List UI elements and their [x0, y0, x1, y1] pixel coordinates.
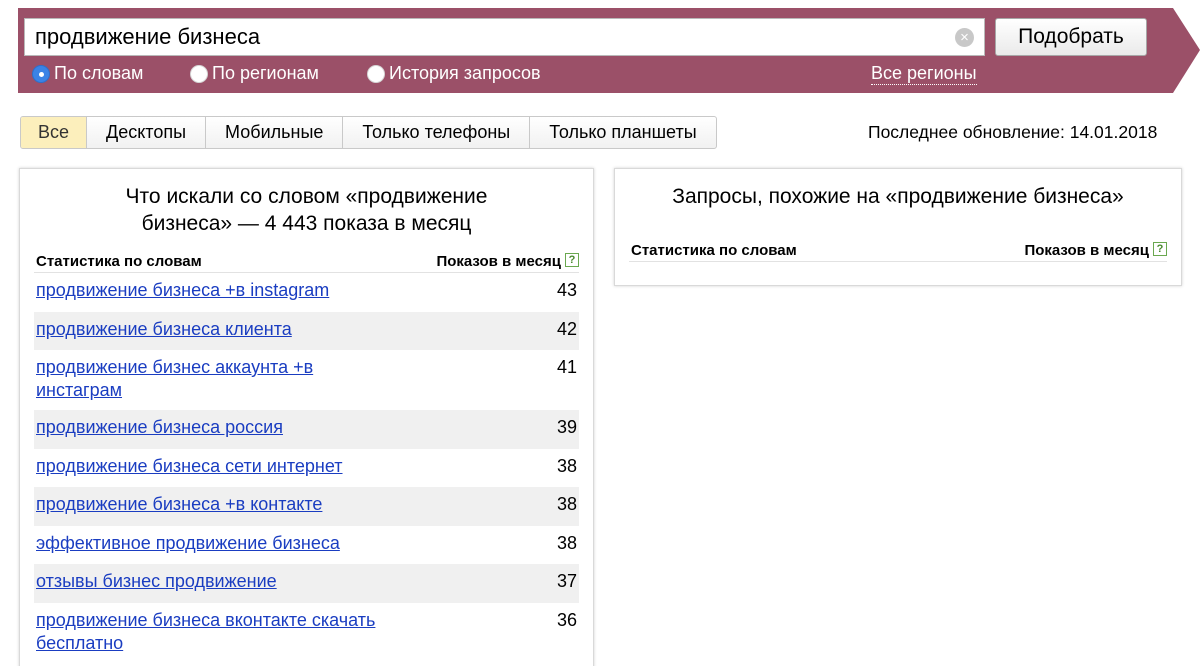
- table-row: продвижение бизнеса вконтакте скачать бе…: [34, 603, 579, 663]
- phrase-link[interactable]: продвижение бизнес аккаунта +в инстаграм: [36, 357, 313, 400]
- table-row: эффективное продвижение бизнеса 38: [34, 526, 579, 565]
- help-icon[interactable]: ?: [565, 253, 579, 267]
- phrase-link[interactable]: продвижение бизнеса +в контакте: [36, 494, 322, 514]
- clear-icon[interactable]: ×: [955, 28, 974, 47]
- phrase-link[interactable]: эффективное продвижение бизнеса: [36, 533, 340, 553]
- search-input[interactable]: [25, 19, 925, 55]
- table-row: продвижение бизнеса россия 39: [34, 410, 579, 449]
- radio-by-words[interactable]: По словам: [32, 63, 143, 84]
- impressions-count: 37: [556, 571, 577, 591]
- column-words: Статистика по словам: [36, 253, 202, 270]
- table-header: Статистика по словам Показов в месяц ?: [629, 238, 1167, 262]
- radio-unchecked-icon: [190, 64, 208, 83]
- tab-all[interactable]: Все: [21, 117, 88, 148]
- similar-queries-panel: Запросы, похожие на «продвижение бизнеса…: [614, 168, 1182, 286]
- last-update-text: Последнее обновление: 14.01.2018: [868, 122, 1158, 142]
- words-table: продвижение бизнеса +в instagram 43 прод…: [34, 273, 579, 663]
- radio-unchecked-icon: [367, 64, 385, 83]
- table-header: Статистика по словам Показов в месяц ?: [34, 249, 579, 273]
- impressions-count: 39: [556, 417, 577, 437]
- pick-button[interactable]: Подобрать: [995, 18, 1147, 56]
- impressions-count: 38: [556, 455, 577, 476]
- phrase-link[interactable]: продвижение бизнеса +в instagram: [36, 280, 329, 300]
- impressions-count: 36: [556, 609, 577, 630]
- table-row: продвижение бизнеса клиента 42: [34, 311, 579, 350]
- column-impressions: Показов в месяц: [1024, 242, 1149, 259]
- phrase-link[interactable]: отзывы бизнес продвижение: [36, 571, 277, 591]
- phrase-link[interactable]: продвижение бизнеса сети интернет: [36, 456, 343, 476]
- table-row: продвижение бизнес аккаунта +в инстаграм…: [34, 350, 579, 410]
- radio-label: По словам: [54, 63, 144, 83]
- tab-tablets-only[interactable]: Только планшеты: [530, 117, 715, 148]
- panel-title: Что искали со словом «продвижение бизнес…: [125, 185, 488, 235]
- impressions-count: 42: [556, 318, 577, 339]
- impressions-count: 38: [556, 532, 577, 553]
- search-field[interactable]: ×: [24, 18, 985, 56]
- column-impressions: Показов в месяц: [436, 253, 561, 270]
- table-row: продвижение бизнеса +в instagram 43: [34, 273, 579, 312]
- tab-phones-only[interactable]: Только телефоны: [343, 117, 531, 148]
- related-words-panel: Что искали со словом «продвижение бизнес…: [19, 168, 594, 666]
- table-row: продвижение бизнеса +в контакте 38: [34, 487, 579, 526]
- radio-label: По регионам: [212, 63, 319, 83]
- phrase-link[interactable]: продвижение бизнеса россия: [36, 417, 283, 437]
- phrase-link[interactable]: продвижение бизнеса клиента: [36, 319, 292, 339]
- radio-label: История запросов: [389, 63, 541, 83]
- impressions-count: 41: [556, 357, 577, 377]
- tab-mobile[interactable]: Мобильные: [206, 117, 344, 148]
- device-tabs: Все Десктопы Мобильные Только телефоны Т…: [20, 116, 717, 149]
- tab-desktops[interactable]: Десктопы: [87, 117, 207, 148]
- impressions-count: 43: [556, 280, 577, 300]
- all-regions-link[interactable]: Все регионы: [871, 63, 977, 85]
- radio-by-regions[interactable]: По регионам: [190, 63, 319, 84]
- phrase-link[interactable]: продвижение бизнеса вконтакте скачать бе…: [36, 610, 375, 653]
- panel-title: Запросы, похожие на «продвижение бизнеса…: [672, 185, 1124, 208]
- table-row: продвижение бизнеса сети интернет 38: [34, 449, 579, 488]
- impressions-count: 38: [556, 494, 577, 514]
- radio-query-history[interactable]: История запросов: [367, 63, 541, 84]
- table-row: отзывы бизнес продвижение 37: [34, 564, 579, 603]
- column-words: Статистика по словам: [631, 242, 797, 259]
- radio-checked-icon: [32, 64, 50, 83]
- help-icon[interactable]: ?: [1153, 242, 1167, 256]
